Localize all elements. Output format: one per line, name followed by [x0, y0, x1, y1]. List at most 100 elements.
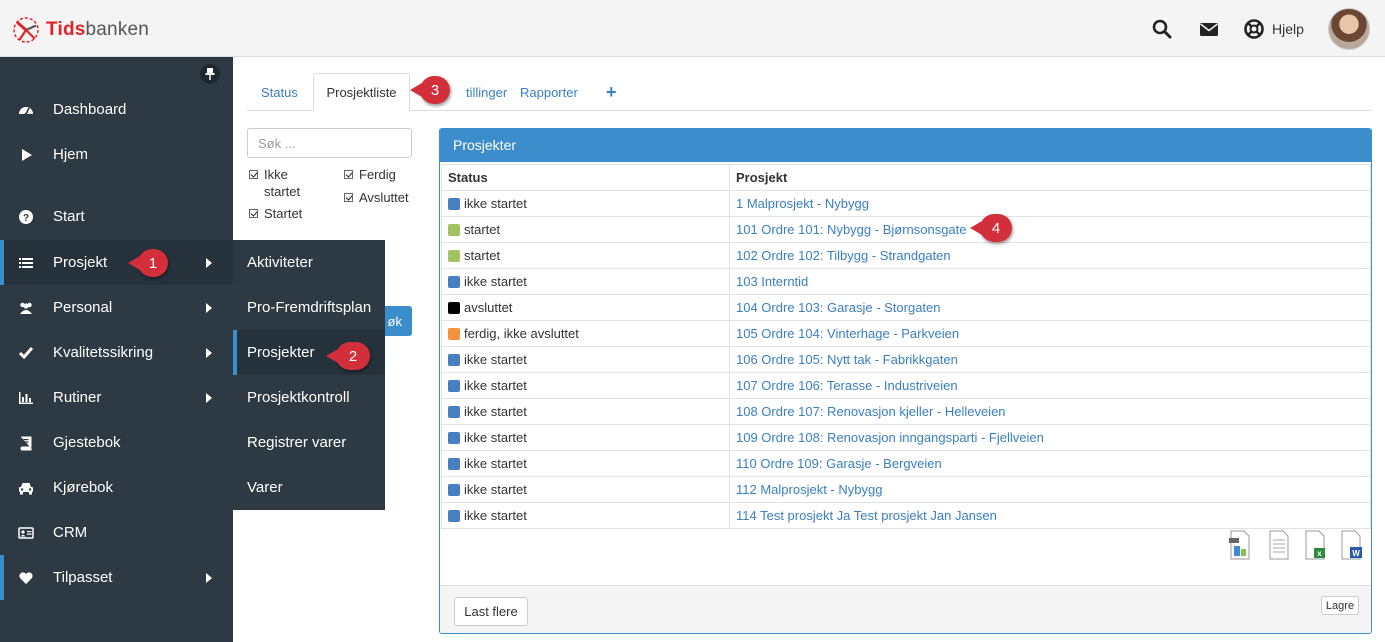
- project-link[interactable]: 101 Ordre 101: Nybygg - Bjørnsonsgate: [736, 222, 967, 237]
- status-text: ikke startet: [464, 352, 527, 367]
- sidebar-item-personal[interactable]: Personal: [0, 285, 233, 330]
- checkbox-ferdig[interactable]: [344, 170, 353, 179]
- word-export-icon[interactable]: W: [1339, 530, 1363, 560]
- sidebar-item-kjorebok[interactable]: Kjørebok: [0, 465, 233, 510]
- sidebar: Dashboard Hjem ? Start Prosjekt Personal…: [0, 57, 233, 642]
- table-row[interactable]: ikke startet 109 Ordre 108: Renovasjon in…: [441, 424, 1371, 451]
- project-link[interactable]: 105 Ordre 104: Vinterhage - Parkveien: [736, 326, 959, 341]
- checkbox-avsluttet[interactable]: [344, 193, 353, 202]
- search-input[interactable]: [247, 128, 412, 158]
- status-cell: ikke startet: [441, 346, 730, 373]
- project-link[interactable]: 110 Ordre 109: Garasje - Bergveien: [736, 456, 942, 471]
- submenu-item-varer[interactable]: Varer: [233, 465, 385, 510]
- excel-export-icon[interactable]: x: [1303, 530, 1327, 560]
- status-color-square: [448, 432, 460, 444]
- sidebar-item-gjestebok[interactable]: Gjestebok: [0, 420, 233, 465]
- filter-ferdig[interactable]: Ferdig: [344, 166, 396, 183]
- submenu-item-aktiviteter[interactable]: Aktiviteter: [233, 240, 385, 285]
- table-row[interactable]: ikke startet 112 Malprosjekt - Nybygg: [441, 476, 1371, 503]
- table-row[interactable]: ikke startet 103 Interntid: [441, 268, 1371, 295]
- status-cell: startet: [441, 242, 730, 269]
- table-row[interactable]: startet 102 Ordre 102: Tilbygg - Strandga…: [441, 242, 1371, 269]
- pdf-export-icon[interactable]: [1228, 530, 1252, 560]
- table-row[interactable]: ikke startet 107 Ordre 106: Terasse - Ind…: [441, 372, 1371, 399]
- sidebar-item-hjem[interactable]: Hjem: [0, 132, 233, 177]
- status-cell: ikke startet: [441, 502, 730, 529]
- project-link[interactable]: 104 Ordre 103: Garasje - Storgaten: [736, 300, 941, 315]
- project-link[interactable]: 112 Malprosjekt - Nybygg: [736, 482, 882, 497]
- project-link[interactable]: 1 Malprosjekt - Nybygg: [736, 196, 869, 211]
- pin-button[interactable]: [200, 64, 220, 84]
- status-cell: avsluttet: [441, 294, 730, 321]
- checkbox-startet[interactable]: [249, 209, 258, 218]
- tab-status[interactable]: Status: [261, 73, 298, 111]
- status-color-square: [448, 510, 460, 522]
- heart-icon: [18, 570, 34, 586]
- project-cell: 107 Ordre 106: Terasse - Industriveien: [729, 372, 1371, 399]
- filter-label-startet: Startet: [264, 206, 303, 221]
- tab-innstillinger[interactable]: tillinger: [466, 73, 507, 111]
- svg-text:W: W: [1352, 549, 1360, 558]
- column-header-prosjekt[interactable]: Prosjekt: [729, 164, 1371, 191]
- tab-prosjektliste[interactable]: Prosjektliste: [313, 73, 410, 112]
- play-icon: [18, 147, 34, 163]
- search-icon[interactable]: [1151, 18, 1173, 40]
- sidebar-item-kvalitetssikring[interactable]: Kvalitetssikring: [0, 330, 233, 375]
- status-text: ikke startet: [464, 274, 527, 289]
- id-card-icon: [18, 525, 34, 541]
- load-more-button[interactable]: Last flere: [454, 597, 528, 626]
- project-link[interactable]: 114 Test prosjekt Ja Test prosjekt Jan J…: [736, 508, 997, 523]
- project-link[interactable]: 106 Ordre 105: Nytt tak - Fabrikkgaten: [736, 352, 958, 367]
- column-header-status[interactable]: Status: [441, 164, 730, 191]
- tidsbanken-logo-icon: [13, 17, 39, 43]
- filter-ikke-startet[interactable]: Ikke startet: [249, 166, 300, 200]
- status-color-square: [448, 198, 460, 210]
- life-ring-icon[interactable]: [1243, 18, 1265, 40]
- submenu-item-registrer-varer[interactable]: Registrer varer: [233, 420, 385, 465]
- tab-rapporter[interactable]: Rapporter: [520, 73, 578, 111]
- status-text: ikke startet: [464, 482, 527, 497]
- sidebar-item-rutiner[interactable]: Rutiner: [0, 375, 233, 420]
- status-cell: startet: [441, 216, 730, 243]
- add-tab-button[interactable]: +: [606, 73, 617, 111]
- table-row[interactable]: avsluttet 104 Ordre 103: Garasje - Storga…: [441, 294, 1371, 321]
- project-cell: 112 Malprosjekt - Nybygg: [729, 476, 1371, 503]
- sidebar-item-crm[interactable]: CRM: [0, 510, 233, 555]
- table-row[interactable]: ikke startet 1 Malprosjekt - Nybygg: [441, 190, 1371, 217]
- svg-text:?: ?: [23, 213, 29, 224]
- sidebar-item-dashboard[interactable]: Dashboard: [0, 87, 233, 132]
- filter-avsluttet[interactable]: Avsluttet: [344, 189, 409, 206]
- table-row[interactable]: ikke startet 108 Ordre 107: Renovasjon kj…: [441, 398, 1371, 425]
- checkbox-ikke-startet[interactable]: [249, 170, 258, 179]
- project-link[interactable]: 102 Ordre 102: Tilbygg - Strandgaten: [736, 248, 951, 263]
- status-text: avsluttet: [464, 300, 513, 315]
- table-row[interactable]: ikke startet 114 Test prosjekt Ja Test pr…: [441, 502, 1371, 529]
- filter-startet[interactable]: Startet: [249, 205, 302, 222]
- avatar[interactable]: [1328, 8, 1370, 50]
- filter-label-ferdig: Ferdig: [359, 167, 396, 182]
- sidebar-item-prosjekt[interactable]: Prosjekt: [0, 240, 233, 285]
- save-button[interactable]: Lagre: [1321, 596, 1359, 615]
- submenu-item-pro-fremdriftsplan[interactable]: Pro-Fremdriftsplan: [233, 285, 385, 330]
- table-row[interactable]: ikke startet 106 Ordre 105: Nytt tak - Fa…: [441, 346, 1371, 373]
- submenu-item-prosjektkontroll[interactable]: Prosjektkontroll: [233, 375, 385, 420]
- project-link[interactable]: 108 Ordre 107: Renovasjon kjeller - Hell…: [736, 404, 1006, 419]
- table-row[interactable]: ferdig, ikke avsluttet 105 Ordre 104: Vin…: [441, 320, 1371, 347]
- table-row[interactable]: ikke startet 110 Ordre 109: Garasje - Ber…: [441, 450, 1371, 477]
- table-row[interactable]: startet 101 Ordre 101: Nybygg - Bjørnsons…: [441, 216, 1371, 243]
- project-link[interactable]: 107 Ordre 106: Terasse - Industriveien: [736, 378, 958, 393]
- logo[interactable]: Tidsbanken: [12, 16, 149, 44]
- panel-footer: Last flere Lagre: [440, 585, 1371, 633]
- help-link[interactable]: Hjelp: [1272, 21, 1304, 37]
- status-text: startet: [464, 222, 501, 237]
- csv-export-icon[interactable]: [1267, 530, 1291, 560]
- project-link[interactable]: 109 Ordre 108: Renovasjon inngangsparti …: [736, 430, 1044, 445]
- envelope-icon[interactable]: [1198, 18, 1220, 40]
- status-cell: ikke startet: [441, 450, 730, 477]
- table-body: ikke startet 1 Malprosjekt - Nybygg starte…: [441, 190, 1371, 529]
- project-link[interactable]: 103 Interntid: [736, 274, 808, 289]
- sidebar-item-start[interactable]: ? Start: [0, 194, 233, 239]
- status-color-square: [448, 380, 460, 392]
- sidebar-item-tilpasset[interactable]: Tilpasset: [0, 555, 233, 600]
- status-text: ikke startet: [464, 404, 527, 419]
